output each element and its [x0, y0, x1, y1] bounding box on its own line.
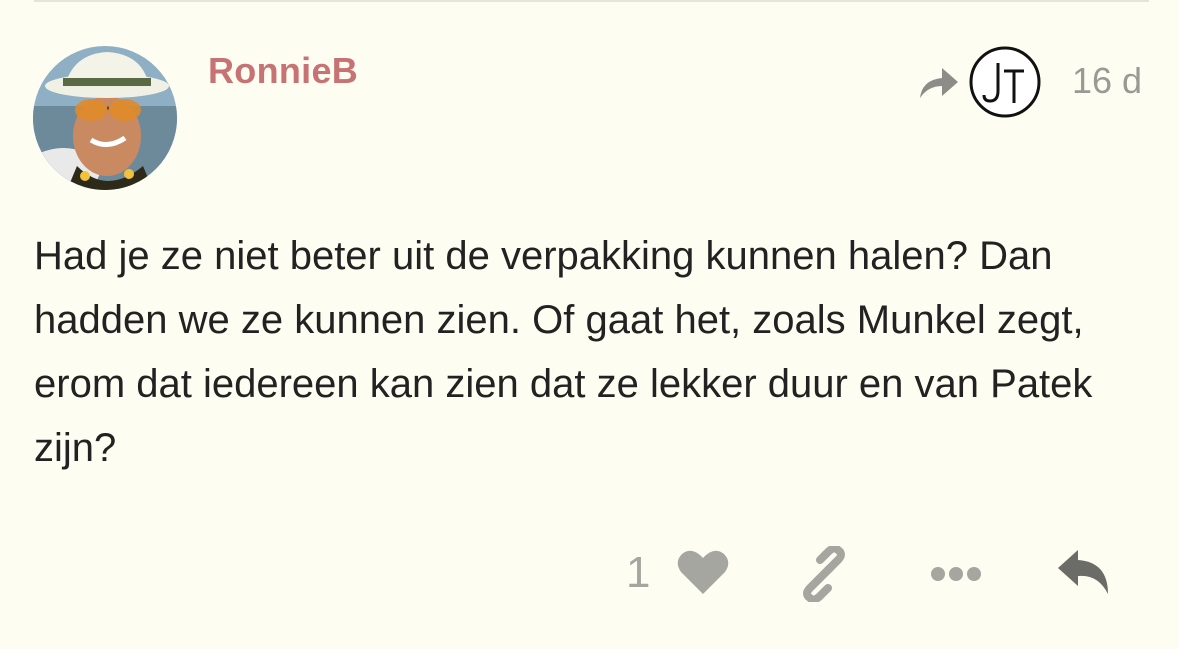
- post: RonnieB 16 d Had je ze niet beter uit de…: [0, 0, 1179, 649]
- link-icon[interactable]: [796, 546, 852, 602]
- divider: [34, 0, 1149, 2]
- post-date[interactable]: 16 d: [1072, 60, 1142, 102]
- reply-icon[interactable]: [1056, 548, 1112, 596]
- user-avatar[interactable]: [33, 46, 177, 190]
- post-body: Had je ze niet beter uit de verpakking k…: [34, 234, 1093, 470]
- like-count[interactable]: 1: [626, 548, 650, 598]
- post-actions: 1: [0, 540, 1179, 610]
- reply-to-avatar[interactable]: [968, 45, 1042, 119]
- more-icon[interactable]: [928, 562, 984, 586]
- heart-icon[interactable]: [676, 548, 730, 596]
- username[interactable]: RonnieB: [208, 50, 358, 92]
- reply-to-indicator[interactable]: [918, 44, 1042, 120]
- reply-to-arrow-icon: [920, 68, 958, 98]
